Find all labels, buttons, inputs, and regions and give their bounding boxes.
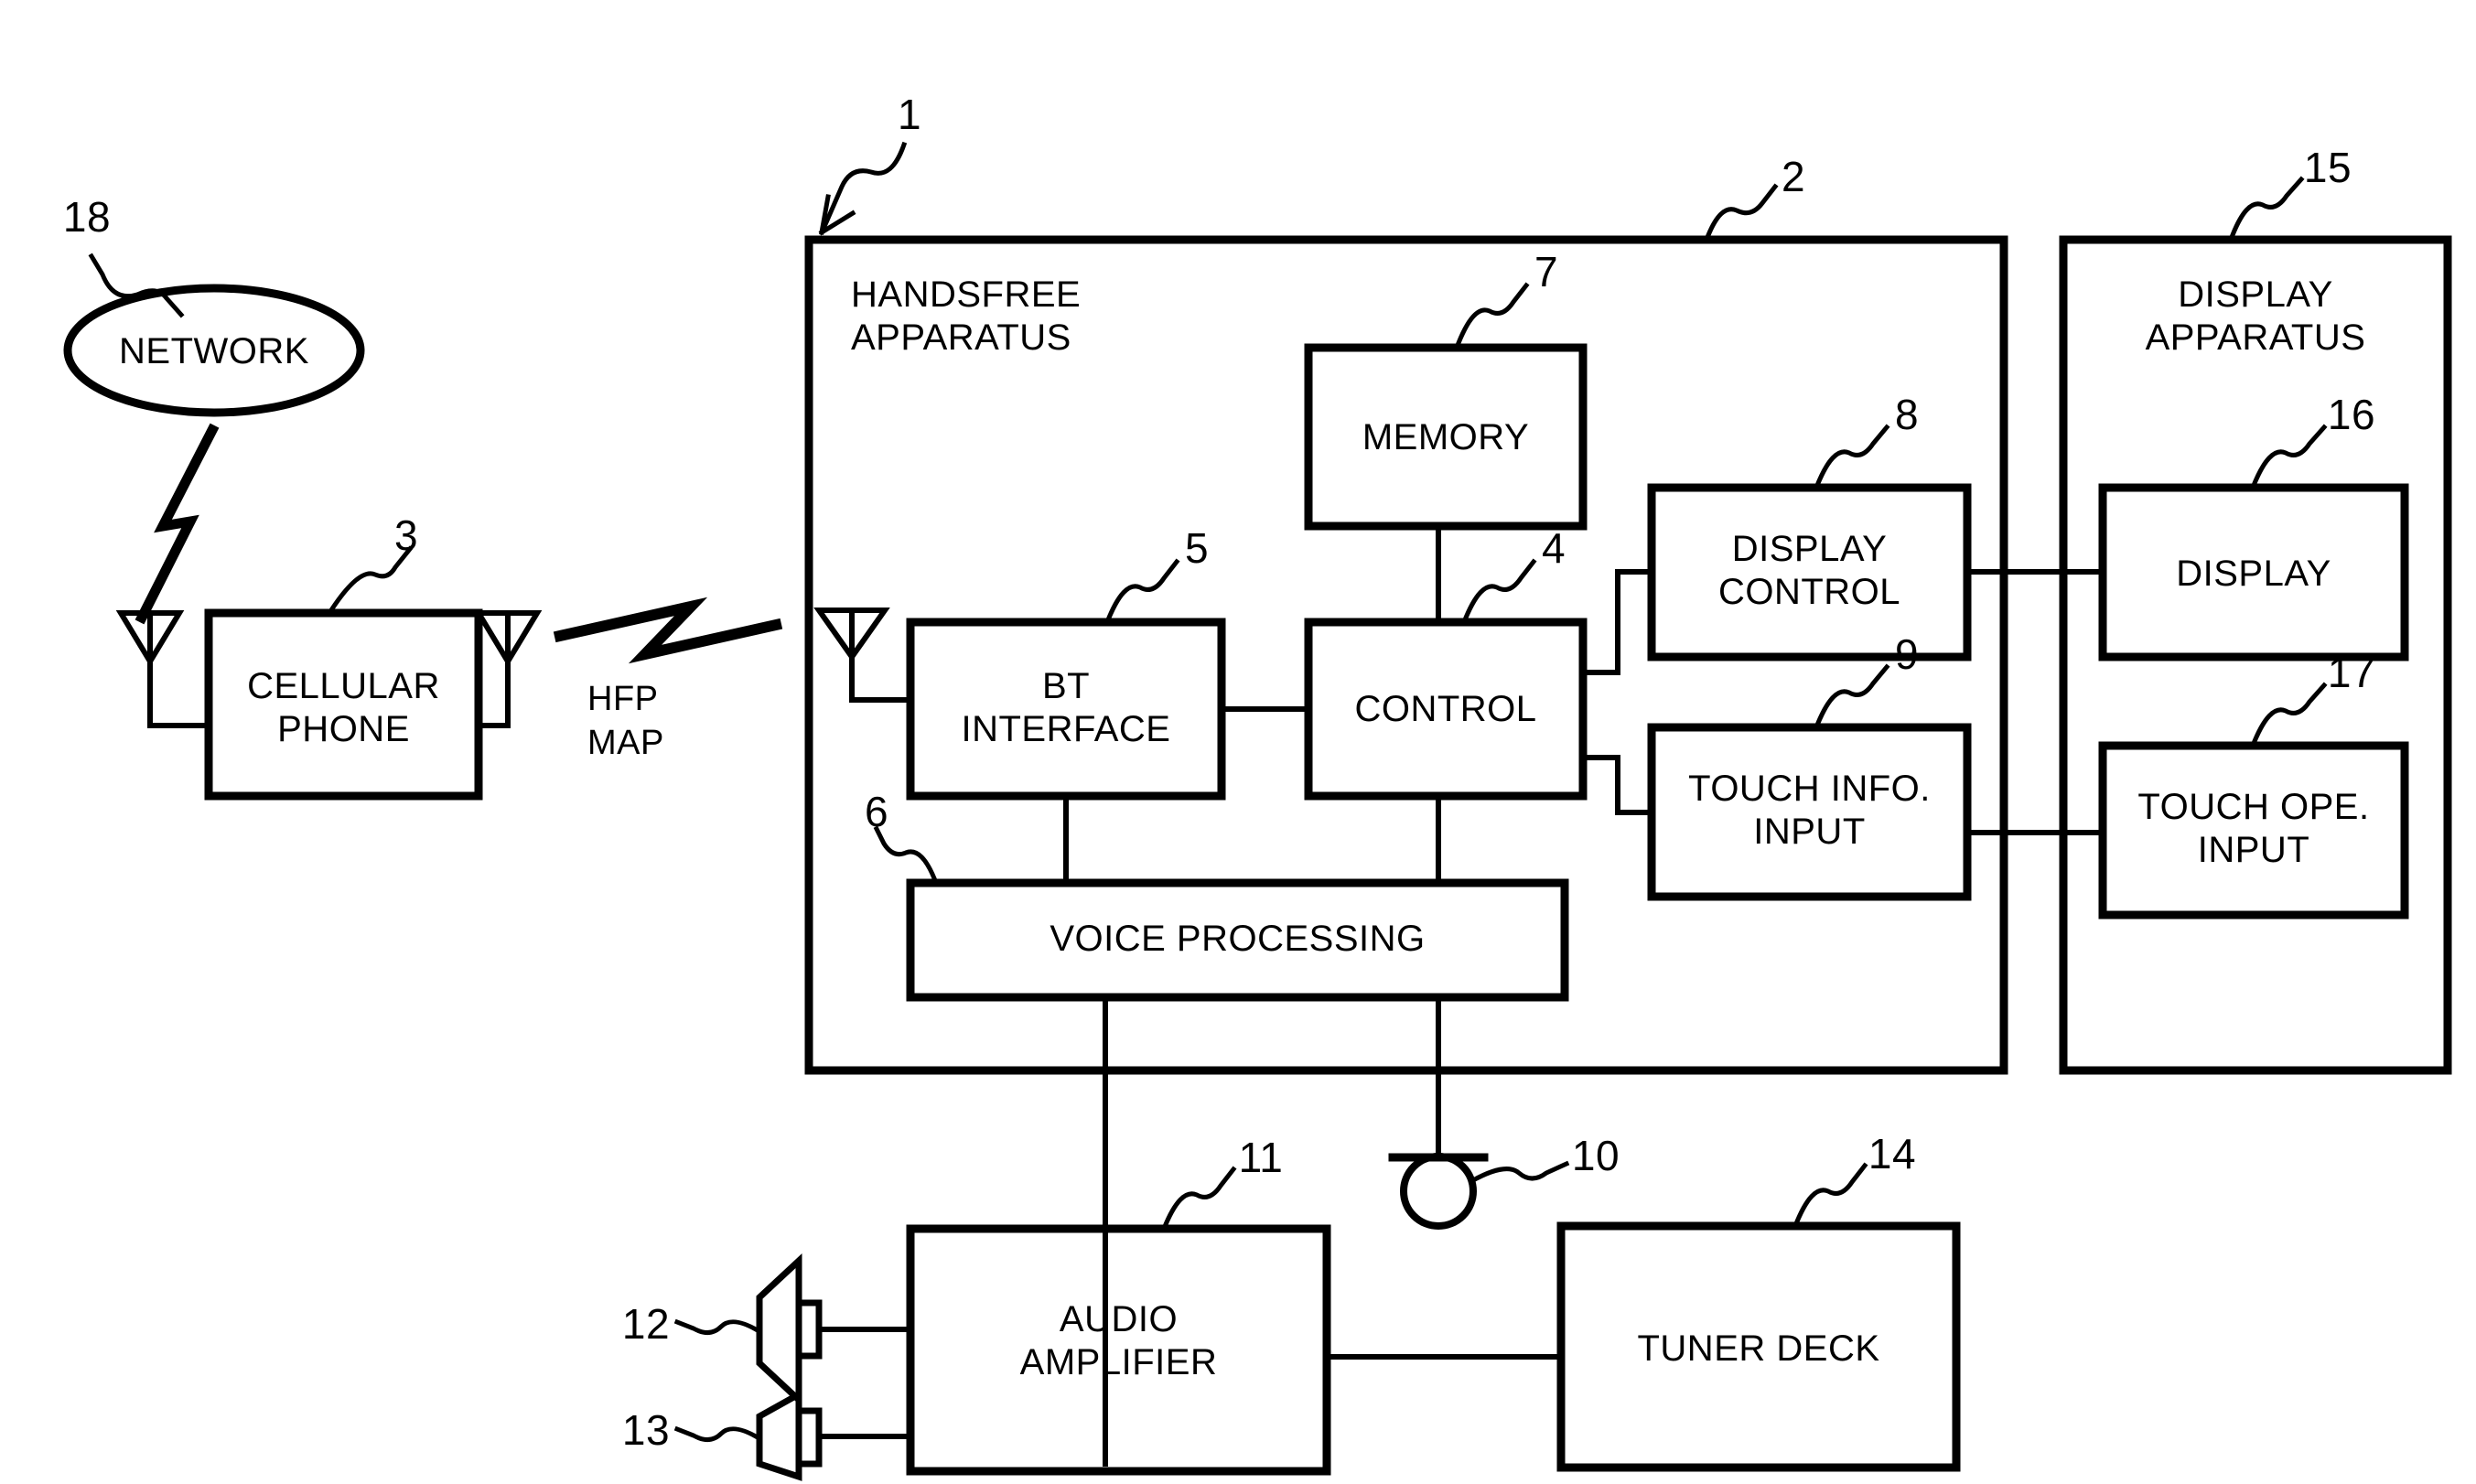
display-label: DISPLAY bbox=[2176, 554, 2331, 594]
voice-processing-label: VOICE PROCESSING bbox=[1050, 919, 1426, 959]
display-apparatus-label-line2: APPARATUS bbox=[2145, 317, 2366, 358]
handsfree-apparatus-label-line2: APPARATUS bbox=[851, 317, 1071, 358]
bt-interface-label-line1: BT bbox=[1041, 666, 1091, 706]
antenna-phone-left-stem bbox=[147, 610, 211, 728]
link-control-touchinfo bbox=[1580, 755, 1654, 815]
leader-6 bbox=[873, 825, 940, 887]
leader-2 bbox=[1703, 183, 1779, 243]
ref-numeral-11: 11 bbox=[1238, 1134, 1284, 1181]
leader-10 bbox=[1469, 1160, 1570, 1184]
leader-4 bbox=[1460, 558, 1537, 626]
speaker-right-body bbox=[795, 1407, 823, 1468]
ref-numeral-14: 14 bbox=[1868, 1130, 1917, 1178]
leader-8 bbox=[1813, 424, 1890, 491]
control-label: CONTROL bbox=[1354, 689, 1537, 729]
ref-numeral-7: 7 bbox=[1534, 248, 1559, 296]
ref-numeral-15: 15 bbox=[2303, 144, 2352, 191]
speaker-right-cone-icon bbox=[756, 1389, 802, 1481]
handsfree-apparatus-label-line1: HANDSFREE bbox=[851, 274, 1082, 315]
ref-numeral-2: 2 bbox=[1781, 153, 1806, 200]
protocol-label-line2: MAP bbox=[587, 724, 664, 762]
ref-numeral-18: 18 bbox=[62, 193, 112, 241]
link-control-displaycontrol bbox=[1580, 569, 1654, 675]
leader-9 bbox=[1813, 663, 1890, 731]
leader-14 bbox=[1792, 1162, 1868, 1230]
cellular-phone-label-line1: CELLULAR bbox=[247, 666, 440, 706]
ref-numeral-5: 5 bbox=[1184, 524, 1210, 572]
memory-label: MEMORY bbox=[1362, 417, 1530, 457]
display-control-label-line2: CONTROL bbox=[1717, 572, 1901, 612]
touch-info-input-label-line1: TOUCH INFO. bbox=[1688, 769, 1931, 809]
antenna-bt-stem bbox=[849, 608, 913, 703]
ref-numeral-16: 16 bbox=[2327, 391, 2376, 438]
ref-numeral-12: 12 bbox=[621, 1300, 671, 1348]
leader-11 bbox=[1160, 1166, 1237, 1232]
ref-numeral-4: 4 bbox=[1541, 524, 1566, 572]
display-apparatus-label-line1: DISPLAY bbox=[2178, 274, 2333, 315]
leader-13 bbox=[673, 1425, 759, 1442]
leader-5 bbox=[1103, 558, 1180, 626]
cellular-phone-label-line2: PHONE bbox=[277, 709, 410, 749]
ref-numeral-3: 3 bbox=[393, 511, 419, 559]
audio-amplifier-label-line2: AMPLIFIER bbox=[1019, 1342, 1218, 1382]
leader-12 bbox=[673, 1318, 759, 1335]
wireless-link-bt-icon bbox=[553, 597, 783, 664]
ref-numeral-17: 17 bbox=[2327, 649, 2376, 696]
ref-numeral-9: 9 bbox=[1894, 630, 1920, 678]
tuner-deck-label: TUNER DECK bbox=[1637, 1328, 1880, 1369]
touch-ope-input-label-line1: TOUCH OPE. bbox=[2137, 787, 2370, 827]
leader-16 bbox=[2249, 424, 2328, 491]
touch-info-input-label-line2: INPUT bbox=[1753, 812, 1866, 852]
ref-numeral-8: 8 bbox=[1894, 391, 1920, 438]
ref-numeral-13: 13 bbox=[621, 1406, 671, 1454]
ref-numeral-6: 6 bbox=[864, 788, 889, 835]
figure-canvas: 18 3 1 2 7 5 4 6 8 9 15 16 17 10 11 12 1… bbox=[0, 0, 2476, 1484]
speaker-left-cone-icon bbox=[756, 1253, 802, 1408]
network-label: NETWORK bbox=[119, 331, 309, 371]
leader-1-arrow bbox=[820, 141, 908, 232]
ref-numeral-10: 10 bbox=[1571, 1132, 1620, 1179]
leader-17 bbox=[2249, 682, 2328, 749]
touch-ope-input-label-line2: INPUT bbox=[2197, 830, 2310, 870]
antenna-phone-right-stem bbox=[476, 610, 511, 728]
display-control-label-line1: DISPLAY bbox=[1731, 529, 1888, 569]
leader-15 bbox=[2227, 176, 2305, 243]
leader-7 bbox=[1453, 282, 1530, 351]
wireless-link-network-icon bbox=[135, 423, 220, 625]
audio-amplifier-label-line1: AUDIO bbox=[1059, 1299, 1179, 1339]
microphone-icon bbox=[1400, 1153, 1477, 1230]
bt-interface-label-line2: INTERFACE bbox=[961, 709, 1171, 749]
speaker-left-body bbox=[795, 1299, 823, 1360]
protocol-label-line1: HFP bbox=[587, 680, 659, 718]
ref-numeral-1: 1 bbox=[897, 91, 922, 138]
